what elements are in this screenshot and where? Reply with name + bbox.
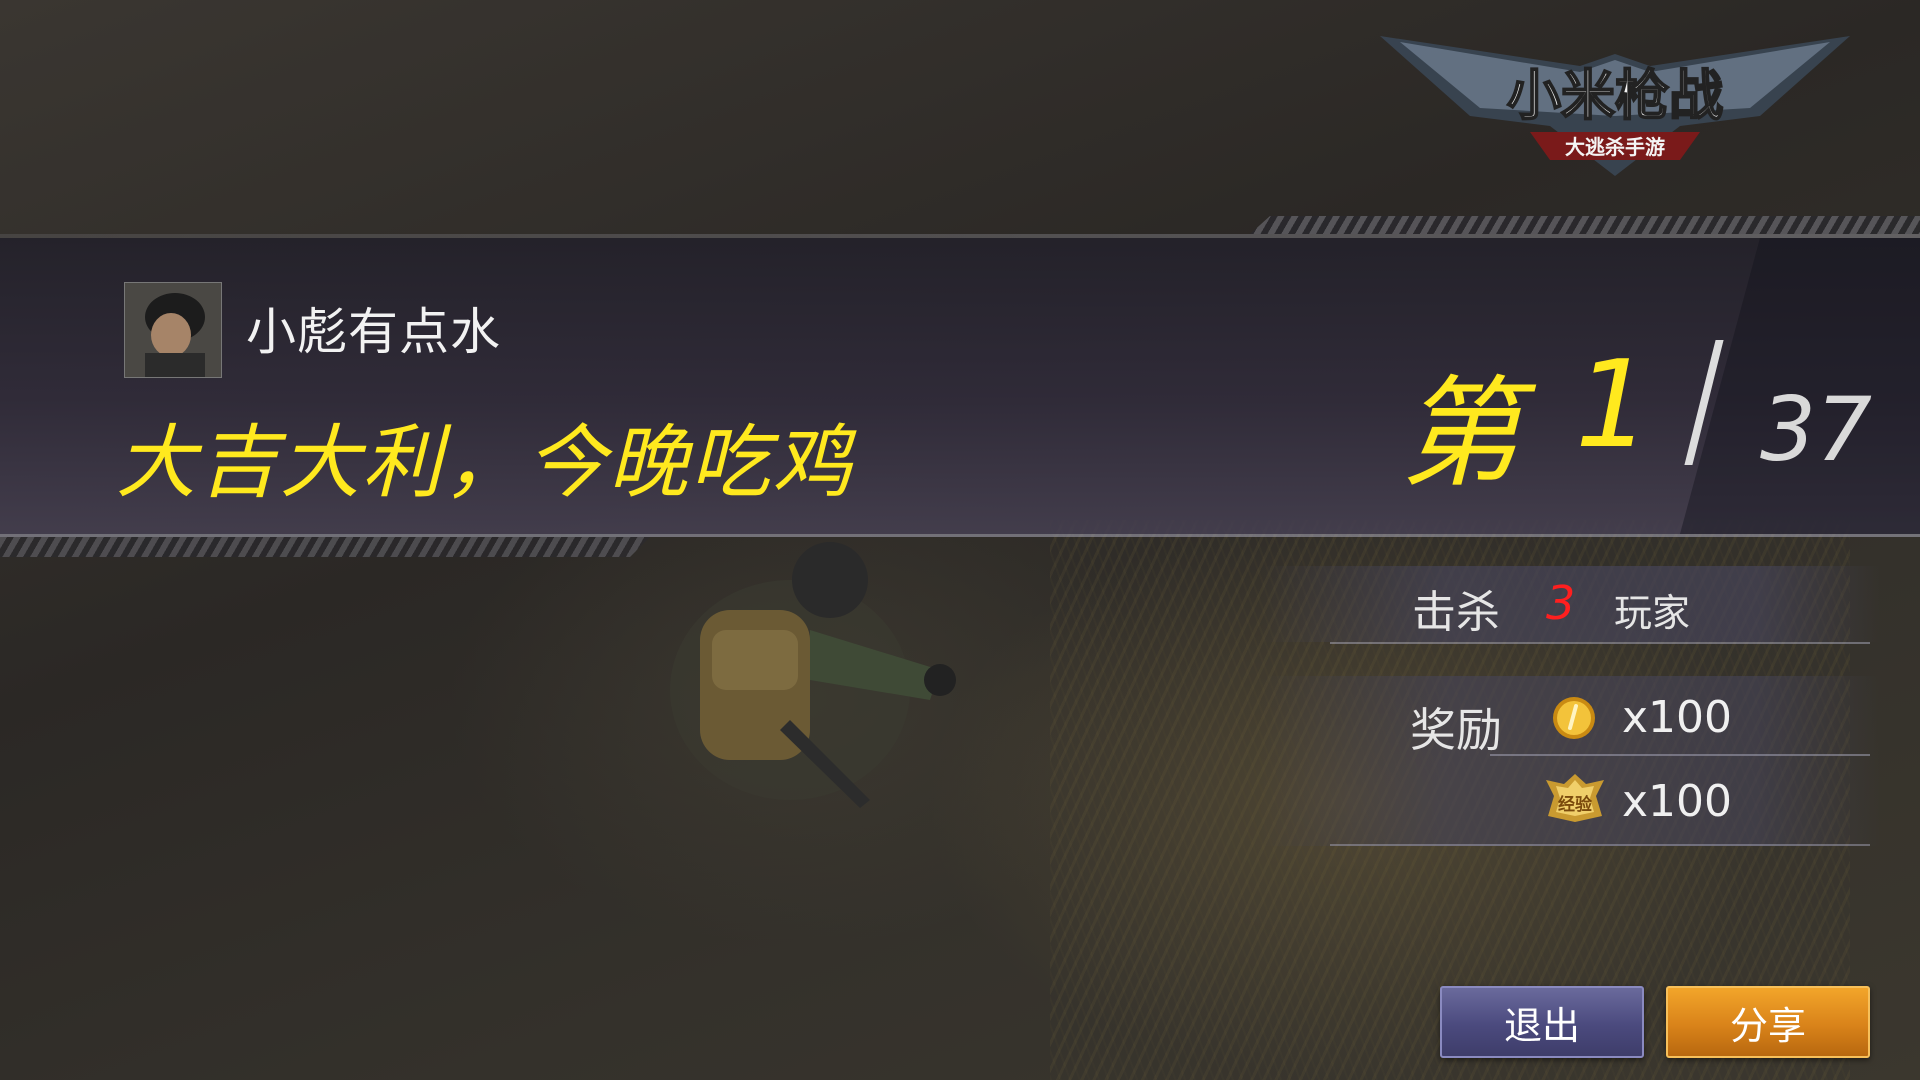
- total-players: 37: [1760, 378, 1872, 481]
- victory-message: 大吉大利，今晚吃鸡: [116, 416, 854, 509]
- exp-badge-text: 经验: [1558, 794, 1593, 815]
- kills-label: 击杀: [1412, 587, 1500, 638]
- exp-reward-amount: x100: [1622, 776, 1733, 827]
- exit-button[interactable]: 退出: [1440, 986, 1644, 1058]
- kills-count: 3: [1546, 576, 1576, 630]
- game-logo: 小米枪战 大逃杀手游: [1380, 36, 1850, 176]
- player-character: [670, 542, 956, 808]
- player-name: 小彪有点水: [246, 303, 501, 361]
- kills-row-divider: [1330, 642, 1870, 644]
- rank-number: 1: [1575, 336, 1652, 475]
- logo-subtitle: 大逃杀手游: [1565, 135, 1665, 159]
- logo-title: 小米枪战: [1507, 64, 1723, 127]
- rewards-divider: [1490, 754, 1870, 756]
- banner-stripe-bottom: [0, 537, 650, 557]
- rewards-row-divider: [1330, 844, 1870, 846]
- share-button[interactable]: 分享: [1666, 986, 1870, 1058]
- rank-prefix: 第: [1400, 365, 1520, 504]
- gold-coin-icon: [1553, 697, 1595, 739]
- rewards-label: 奖励: [1410, 703, 1502, 757]
- coin-reward-amount: x100: [1622, 692, 1733, 743]
- kills-unit: 玩家: [1614, 591, 1691, 635]
- banner-edge-bottom: [0, 534, 1920, 537]
- banner-stripe-top: [1250, 216, 1920, 234]
- avatar-image: [125, 283, 221, 377]
- experience-badge-icon: 经验: [1546, 774, 1604, 822]
- player-avatar: [124, 282, 222, 378]
